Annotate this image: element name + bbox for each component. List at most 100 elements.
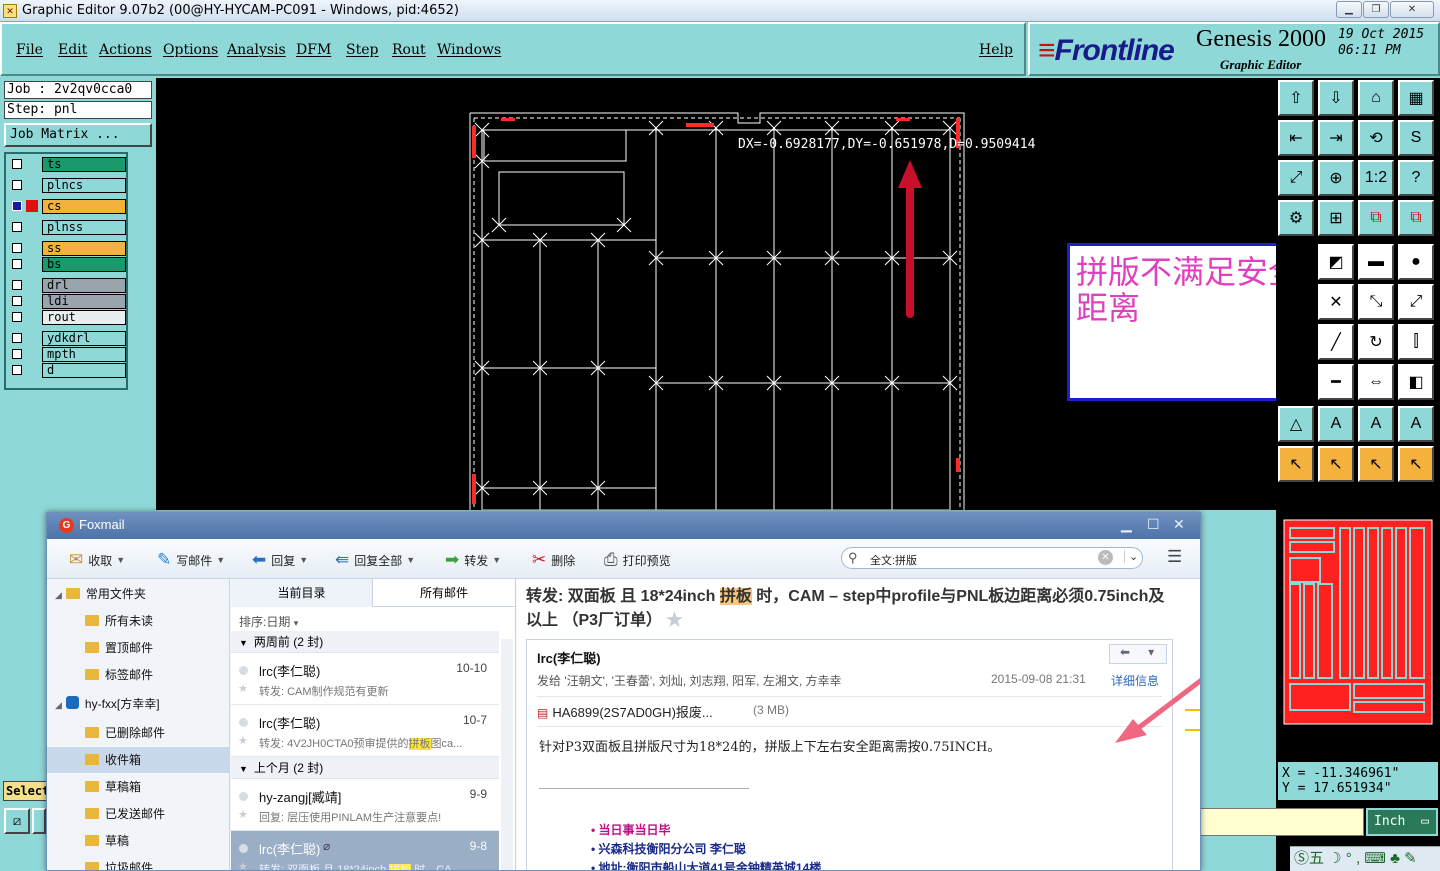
pad-icon[interactable]: ● (1398, 244, 1434, 280)
toolbar-button-5[interactable]: ✂ 删除 (532, 550, 575, 570)
menu-actions[interactable]: Actions (99, 42, 152, 58)
line-icon[interactable]: ╱ (1318, 324, 1354, 360)
menu-windows[interactable]: Windows (437, 42, 501, 58)
maximize-button[interactable]: ❐ (1363, 1, 1389, 18)
layer-row-ss[interactable]: ss (10, 241, 126, 256)
snap-icon[interactable]: S (1398, 120, 1434, 156)
align-icon[interactable]: ⫿ (1398, 324, 1434, 360)
arc-icon[interactable]: ↻ (1358, 324, 1394, 360)
list-item[interactable]: lrc(李仁聪) 10-7 ★ 转发: 4V2JH0CTA0预审提供的拼板图ca... (231, 705, 499, 757)
list-item[interactable]: lrc(李仁聪) ⌀ 9-8 ★ 转发: 双面板 且 18*24inch 拼板 时，CA… (231, 831, 499, 870)
panel-minimap[interactable] (1278, 514, 1438, 730)
list-item[interactable]: lrc(李仁聪) 10-10 ★ 转发: CAM制作规范有更新 (231, 653, 499, 705)
horizontal-line-icon[interactable]: ━ (1318, 364, 1354, 400)
menu-help[interactable]: Help (979, 42, 1013, 58)
toolbar-button-4[interactable]: ➡ 转发 ▼ (445, 550, 501, 570)
layer-row-plncs[interactable]: plncs (10, 178, 126, 193)
folder-item[interactable]: 收件箱 (47, 747, 230, 773)
layer-checkbox[interactable] (12, 222, 22, 232)
expand-arrow-icon[interactable]: ◢ (55, 700, 62, 710)
menu-file[interactable]: File (16, 42, 43, 58)
layer-name[interactable]: drl (42, 278, 126, 293)
toolbar-button-2[interactable]: ⬅ 回复 ▼ (252, 550, 308, 570)
layer-name[interactable]: plncs (42, 178, 126, 193)
layer-name[interactable]: bs (42, 257, 126, 272)
layer-checkbox[interactable] (12, 333, 22, 343)
layer-checkbox[interactable] (12, 296, 22, 306)
job-matrix-button[interactable]: Job Matrix ... (4, 123, 152, 147)
arrow-left-icon[interactable]: ⇤ (1278, 120, 1314, 156)
layer-checkbox[interactable] (12, 259, 22, 269)
zoom-in-icon[interactable]: ⊕ (1318, 160, 1354, 196)
chevron-down-icon[interactable]: ▼ (299, 555, 308, 565)
scale-icon[interactable]: 1:2 (1358, 160, 1394, 196)
layer-checkbox[interactable] (12, 349, 22, 359)
layer-red-icon[interactable]: ⧉ (1358, 200, 1394, 236)
search-input[interactable]: 全文:拼版 (870, 552, 917, 568)
layer-checkbox[interactable] (12, 312, 22, 322)
select-button[interactable]: Select (3, 781, 49, 801)
menu-list-icon[interactable]: ☰ (1167, 547, 1182, 567)
pointer-box-icon[interactable]: ↖ (1318, 446, 1354, 482)
unread-dot[interactable] (239, 666, 248, 675)
ime-tray[interactable]: Ⓢ五 ☽ ° , ⌨ ♣ ✎ (1290, 846, 1440, 871)
measure-icon[interactable]: ⇔ (1358, 364, 1394, 400)
text-mirror-icon[interactable]: A (1398, 406, 1434, 442)
units-button[interactable]: Inch ▭ (1366, 808, 1438, 836)
move-icon[interactable]: ⤡ (1358, 284, 1394, 320)
layer-row-drl[interactable]: drl (10, 278, 126, 293)
layer-row-bs[interactable]: bs (10, 257, 126, 272)
folder-item[interactable]: 所有未读 (47, 608, 230, 634)
unread-dot[interactable] (239, 844, 248, 853)
message-list-scrollbar[interactable] (501, 639, 513, 870)
toolbar-button-0[interactable]: ✉ 收取 ▼ (69, 550, 125, 570)
menu-step[interactable]: Step (346, 42, 378, 58)
shape-icon[interactable]: ◩ (1318, 244, 1354, 280)
pointer-rotate-icon[interactable]: ↖ (1358, 446, 1394, 482)
message-group-header[interactable]: ▼ 上个月 (2 封) (231, 757, 499, 779)
search-options-icon[interactable]: ⌄ (1124, 550, 1138, 563)
menu-analysis[interactable]: Analysis (227, 42, 286, 58)
folder-item[interactable]: ◢ 常用文件夹 (47, 581, 230, 607)
attachment[interactable]: ▤ HA6899(2S7AD0GH)报废... (537, 702, 713, 721)
layer-name[interactable]: ldi (42, 294, 126, 309)
star-icon[interactable]: ★ (238, 682, 248, 695)
chevron-down-icon[interactable]: ▼ (492, 555, 501, 565)
layer-checkbox[interactable] (12, 243, 22, 253)
star-icon[interactable]: ★ (238, 860, 248, 870)
layer-row-mpth[interactable]: mpth (10, 347, 126, 362)
layer-checkbox[interactable] (12, 365, 22, 375)
foxmail-minimize-button[interactable]: ▁ (1121, 516, 1132, 533)
chevron-down-icon[interactable]: ▼ (116, 555, 125, 565)
close-button[interactable]: ✕ (1390, 1, 1434, 18)
grid-icon[interactable]: ⊞ (1318, 200, 1354, 236)
fill-icon[interactable]: ◧ (1398, 364, 1434, 400)
layer-red-icon[interactable]: ⧉ (1398, 200, 1434, 236)
folder-item[interactable]: 草稿箱 (47, 774, 230, 800)
menu-options[interactable]: Options (163, 42, 218, 58)
layer-row-ydkdrl[interactable]: ydkdrl (10, 331, 126, 346)
layer-checkbox[interactable] (12, 201, 22, 211)
layer-row-rout[interactable]: rout (10, 310, 126, 325)
star-icon[interactable]: ★ (238, 734, 248, 747)
folder-item[interactable]: 草稿 (47, 828, 230, 854)
folder-item[interactable]: 已发送邮件 (47, 801, 230, 827)
folder-item[interactable]: 标签邮件 (47, 662, 230, 688)
layer-name[interactable]: ydkdrl (42, 331, 126, 346)
pointer-snap-icon[interactable]: ↖ (1398, 446, 1434, 482)
zoom-fit-icon[interactable]: ⤢ (1278, 160, 1314, 196)
rotate-icon[interactable]: ⟲ (1358, 120, 1394, 156)
toolbar-button-1[interactable]: ✎ 写邮件 ▼ (157, 550, 225, 570)
pointer-icon[interactable]: ↖ (1278, 446, 1314, 482)
layer-name[interactable]: d (42, 363, 126, 378)
copy-icon[interactable]: ⤢ (1398, 284, 1434, 320)
layer-row-plnss[interactable]: plnss (10, 220, 126, 235)
layer-name[interactable]: ts (42, 157, 126, 172)
layer-name[interactable]: cs (42, 199, 126, 214)
expand-arrow-icon[interactable]: ◢ (55, 590, 62, 600)
text-up-icon[interactable]: A (1358, 406, 1394, 442)
home-icon[interactable]: ⌂ (1358, 80, 1394, 116)
folder-item[interactable]: 已删除邮件 (47, 720, 230, 746)
search-box[interactable]: ⚲ 全文:拼版 ✕ ⌄ (841, 547, 1143, 569)
small-tool-button[interactable] (32, 808, 46, 834)
